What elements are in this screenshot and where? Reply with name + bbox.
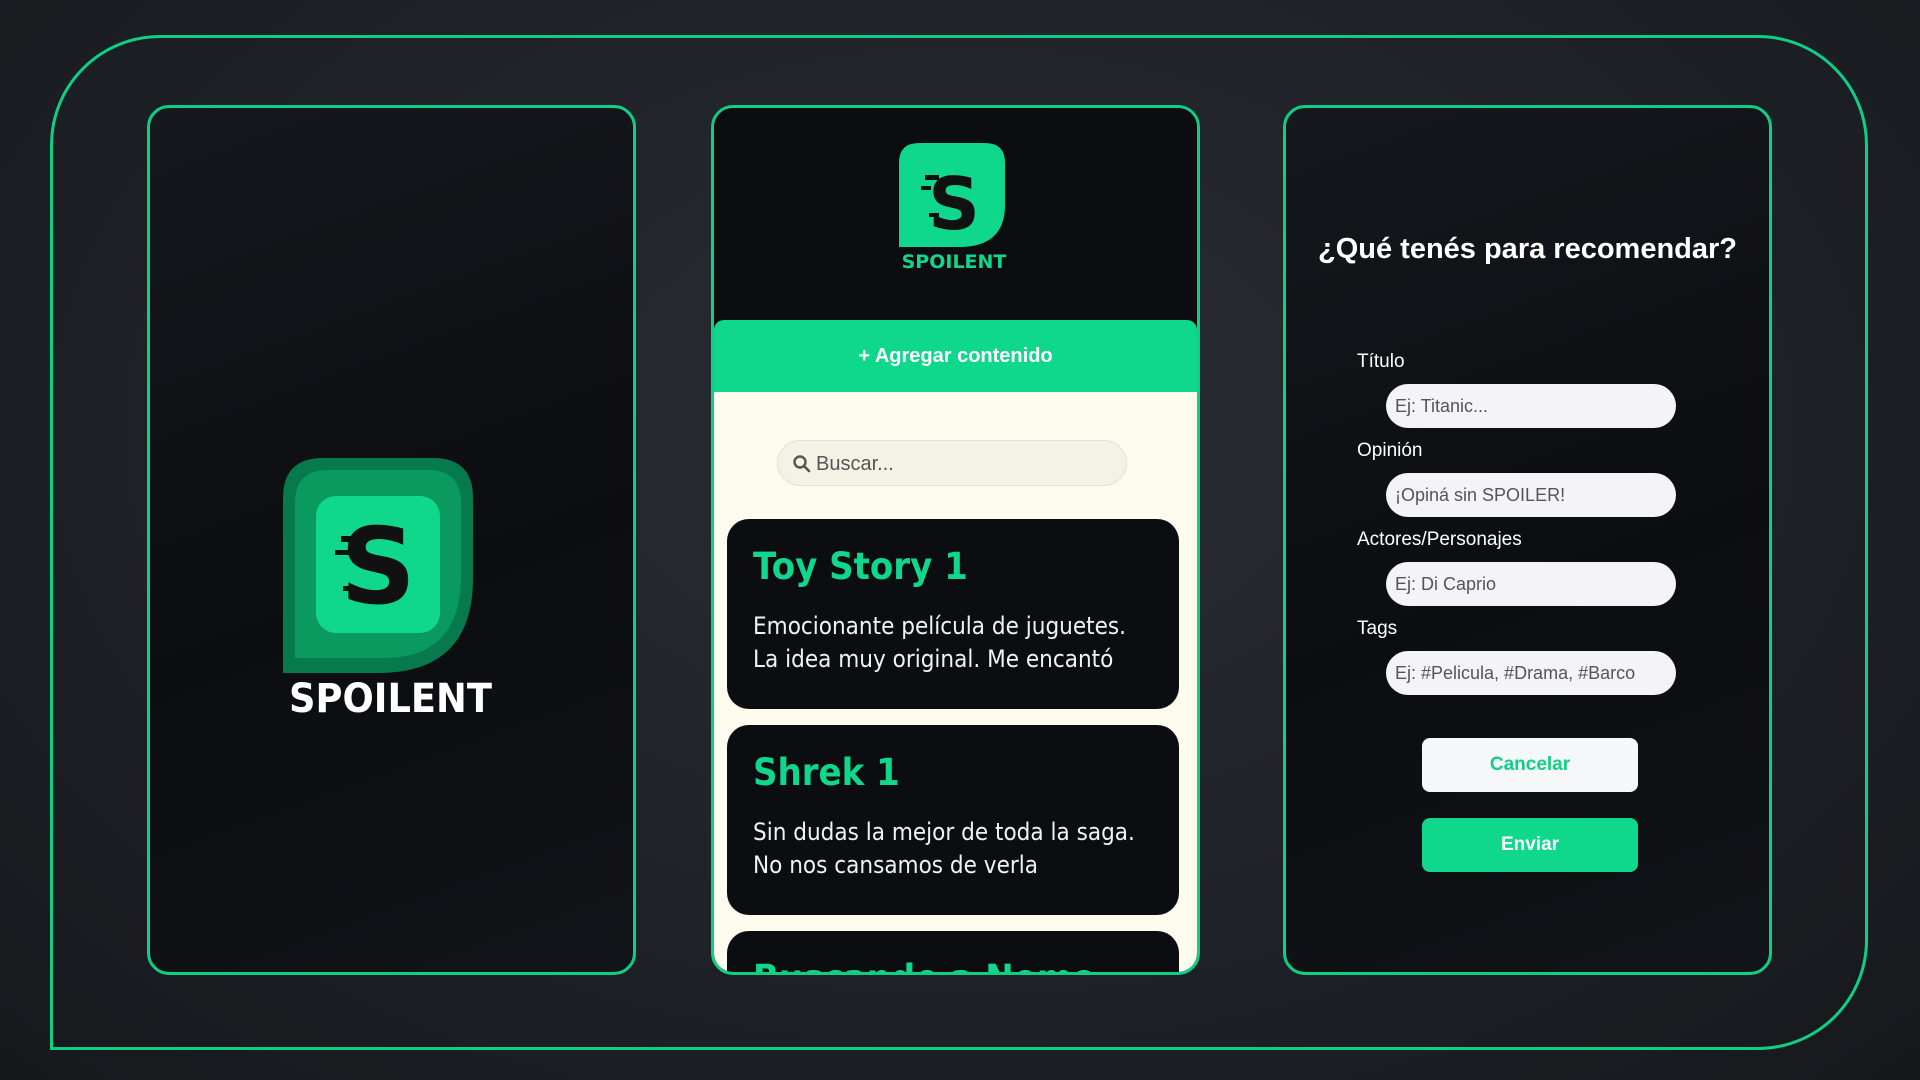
opinion-input[interactable] [1386,473,1676,517]
feed-list: Toy Story 1 Emocionante película de jugu… [714,392,1197,972]
content-card[interactable]: Buscando a Nemo [727,931,1179,972]
cancel-button[interactable]: Cancelar [1422,738,1638,792]
app-name: SPOILENT [901,251,1007,273]
tags-label: Tags [1357,618,1398,639]
content-card[interactable]: Toy Story 1 Emocionante película de jugu… [727,519,1179,709]
card-line: No nos cansamos de verla [753,851,1038,879]
title-label: Título [1357,351,1405,372]
search-icon [792,454,812,479]
card-line: Sin dudas la mejor de toda la saga. [753,818,1135,846]
title-input[interactable] [1386,384,1676,428]
card-title: Buscando a Nemo [753,957,1121,972]
search-bar[interactable] [777,440,1127,487]
card-title: Shrek 1 [753,751,900,794]
svg-text:S: S [340,506,416,628]
add-content-button[interactable]: + Agregar contenido [714,320,1197,392]
splash-screen: S SPOILENT [147,105,636,975]
svg-text:S: S [928,162,980,246]
feed-screen: S SPOILENT + Agregar contenido Toy Story… [711,105,1200,975]
app-logo-icon: S [283,458,473,673]
recommend-form-screen: ¿Qué tenés para recomendar? Título Opini… [1283,105,1772,975]
app-logo-icon: S [899,143,1005,247]
content-card[interactable]: Shrek 1 Sin dudas la mejor de toda la sa… [727,725,1179,915]
app-name: SPOILENT [289,676,492,722]
actors-input[interactable] [1386,562,1676,606]
card-description: Emocionante película de juguetes. La ide… [753,610,1176,676]
opinion-label: Opinión [1357,440,1423,461]
send-button[interactable]: Enviar [1422,818,1638,872]
form-title: ¿Qué tenés para recomendar? [1317,233,1738,265]
card-line: Emocionante película de juguetes. [753,612,1127,640]
search-input[interactable] [814,441,1118,487]
actors-label: Actores/Personajes [1357,529,1522,550]
card-line: La idea muy original. Me encantó [753,645,1114,673]
card-description: Sin dudas la mejor de toda la saga. No n… [753,816,1176,882]
card-title: Toy Story 1 [753,545,968,588]
tags-input[interactable] [1386,651,1676,695]
feed-header: S SPOILENT [714,108,1197,320]
